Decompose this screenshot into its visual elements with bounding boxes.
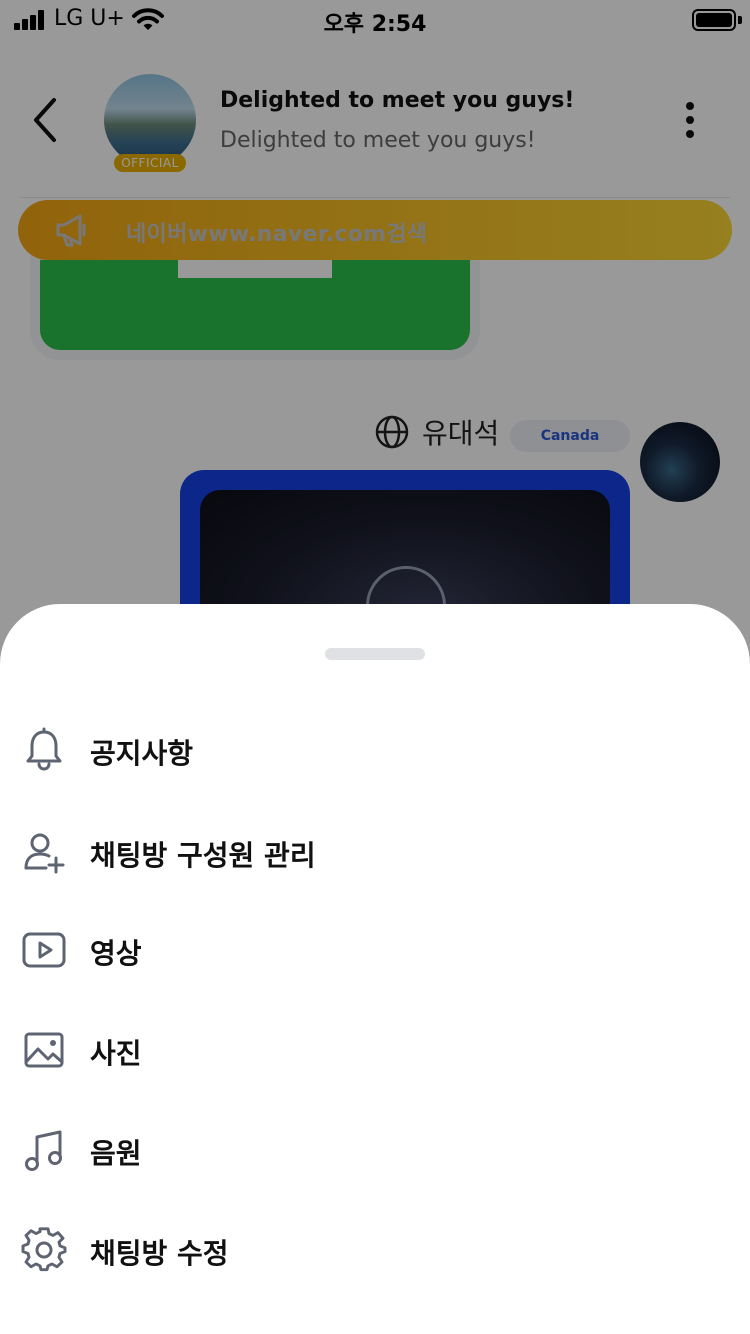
settings-icon bbox=[21, 1227, 67, 1272]
menu-item-music[interactable]: 음원 bbox=[0, 1110, 750, 1190]
menu-item-video[interactable]: 영상 bbox=[0, 910, 750, 990]
menu-item-label: 사진 bbox=[90, 1037, 142, 1070]
bell-icon bbox=[26, 727, 62, 771]
menu-item-label: 음원 bbox=[90, 1137, 142, 1170]
music-icon bbox=[25, 1130, 62, 1171]
options-bottom-sheet: 공지사항 채팅방 구성원 관리 영상 사진 음원 채팅방 수정 bbox=[0, 604, 750, 1334]
menu-item-label: 채팅방 구성원 관리 bbox=[90, 839, 316, 872]
image-icon bbox=[24, 1032, 64, 1068]
add-user-icon bbox=[24, 833, 65, 874]
menu-item-label: 영상 bbox=[90, 937, 142, 970]
menu-item-edit-room[interactable]: 채팅방 수정 bbox=[0, 1210, 750, 1290]
menu-item-label: 채팅방 수정 bbox=[90, 1237, 229, 1270]
menu-item-notice[interactable]: 공지사항 bbox=[0, 710, 750, 790]
menu-item-members[interactable]: 채팅방 구성원 관리 bbox=[0, 812, 750, 892]
menu-item-photo[interactable]: 사진 bbox=[0, 1010, 750, 1090]
menu-item-label: 공지사항 bbox=[90, 737, 194, 770]
video-icon bbox=[22, 932, 66, 968]
sheet-handle[interactable] bbox=[325, 648, 425, 660]
